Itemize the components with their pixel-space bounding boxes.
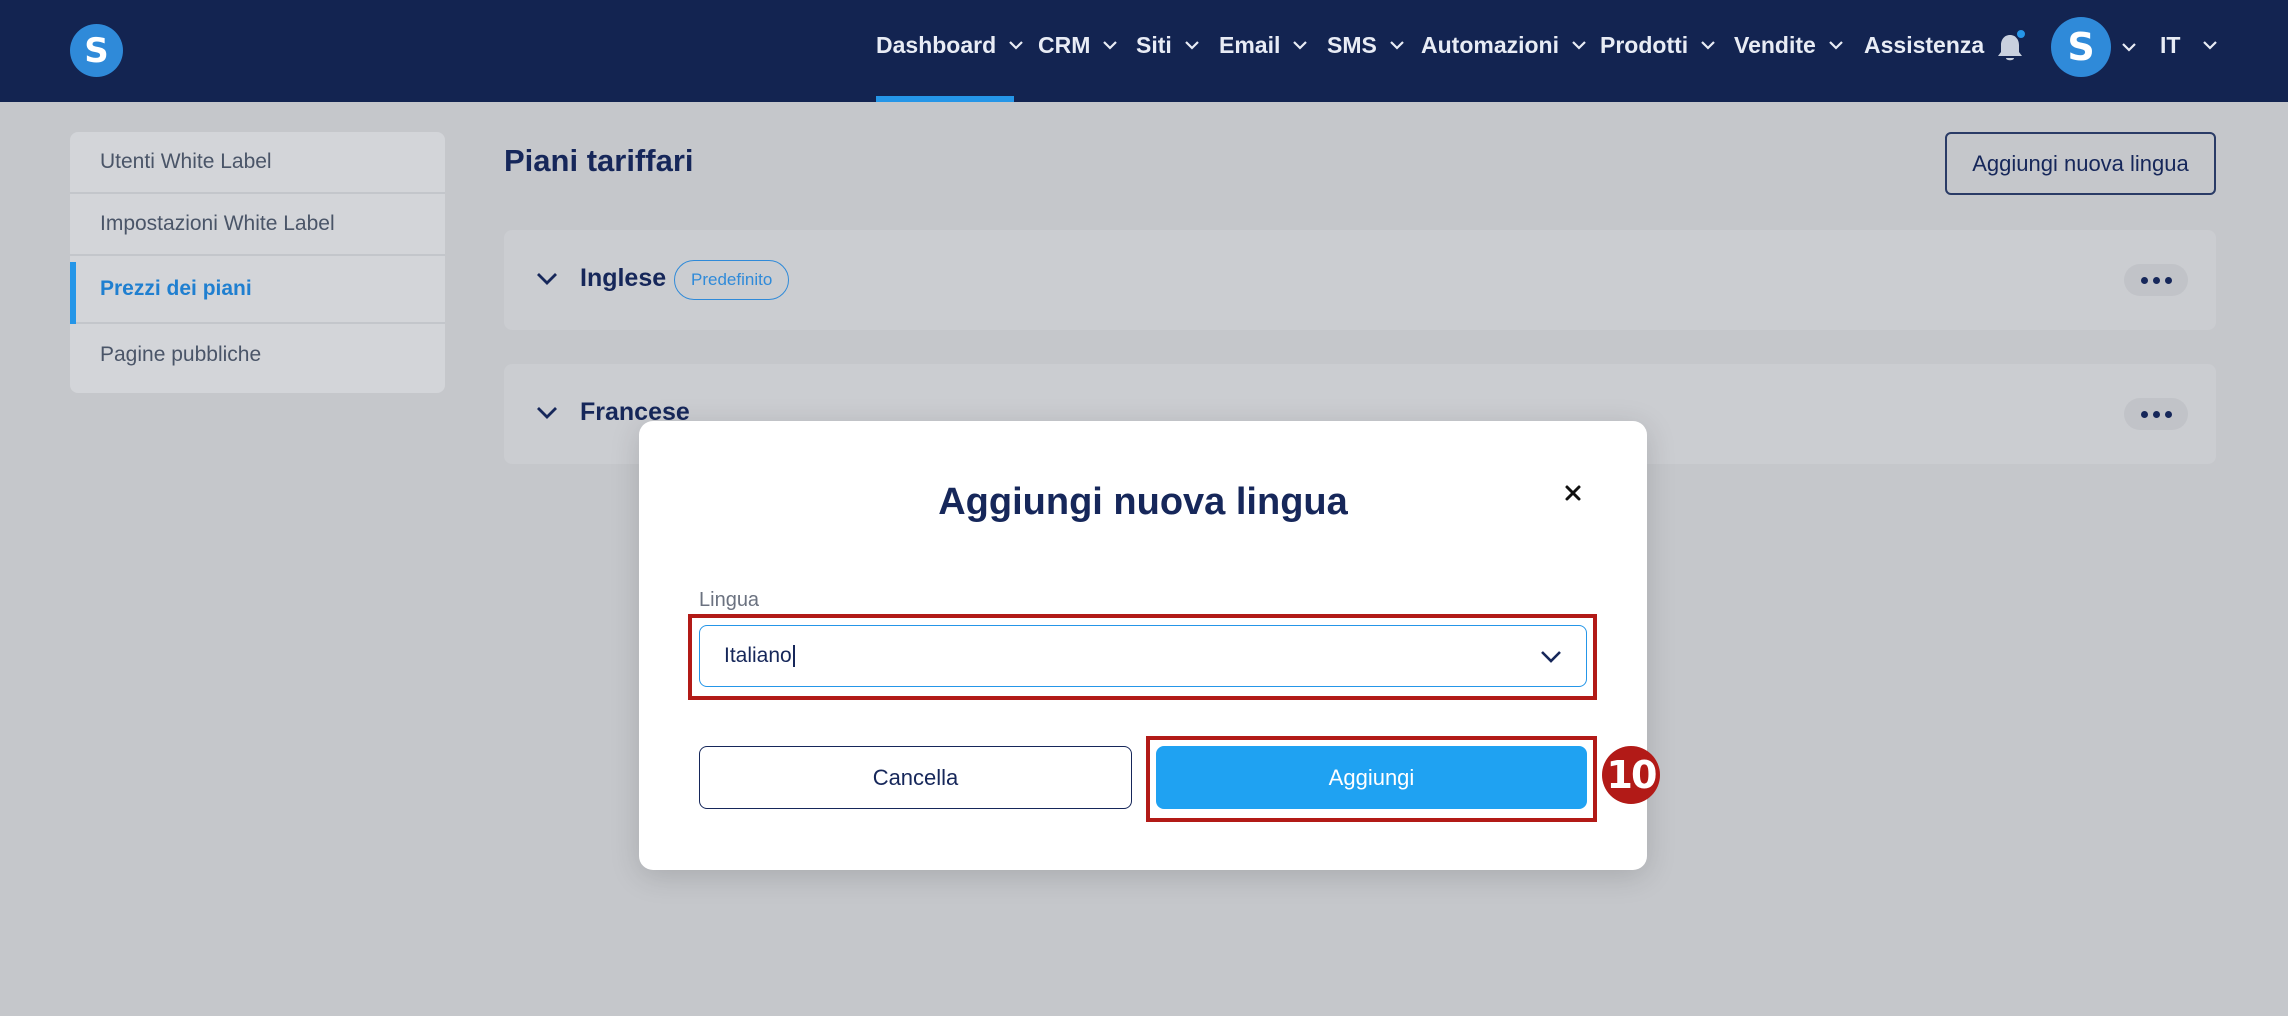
nav-label: Automazioni xyxy=(1421,31,1559,58)
sidebar-item-label: Prezzi dei piani xyxy=(100,277,252,300)
chevron-down-icon xyxy=(1701,41,1715,50)
nav-label: Siti xyxy=(1136,31,1172,58)
nav-label: Vendite xyxy=(1734,31,1816,58)
nav-item-crm[interactable]: CRM xyxy=(1038,30,1118,60)
nav-item-vendite[interactable]: Vendite xyxy=(1734,30,1844,60)
step-number-badge: 10 xyxy=(1602,746,1660,804)
chevron-down-icon[interactable] xyxy=(536,272,558,286)
page-title: Piani tariffari xyxy=(504,143,694,178)
sidebar-item-label: Utenti White Label xyxy=(100,150,272,173)
chevron-down-icon xyxy=(1829,41,1843,50)
top-navbar: S Dashboard CRM Siti Email SMS Automazio… xyxy=(0,0,2288,102)
chevron-down-icon[interactable] xyxy=(2121,42,2137,52)
nav-item-email[interactable]: Email xyxy=(1219,30,1308,60)
nav-label: Assistenza xyxy=(1864,31,1985,58)
dot-icon xyxy=(2152,276,2160,284)
default-badge: Predefinito xyxy=(674,260,790,300)
dot-icon xyxy=(2152,410,2160,418)
close-icon[interactable] xyxy=(1559,479,1587,507)
modal-title: Aggiungi nuova lingua xyxy=(938,481,1348,523)
chevron-down-icon xyxy=(1572,41,1586,50)
highlight-language-select xyxy=(688,614,1597,700)
nav-label: Dashboard xyxy=(876,31,997,58)
sidebar-item-label: Impostazioni White Label xyxy=(100,212,335,235)
chevron-down-icon xyxy=(1009,41,1023,50)
nav-label: CRM xyxy=(1038,31,1091,58)
avatar[interactable]: S xyxy=(2051,17,2111,77)
avatar-letter: S xyxy=(2067,25,2095,69)
dot-icon xyxy=(2164,410,2172,418)
nav-item-prodotti[interactable]: Prodotti xyxy=(1600,30,1716,60)
main-nav: Dashboard CRM Siti Email SMS Automazioni… xyxy=(0,0,2288,102)
dot-icon xyxy=(2164,276,2172,284)
chevron-down-icon xyxy=(1103,41,1118,50)
sidebar-item-utenti-white-label[interactable]: Utenti White Label xyxy=(70,132,445,194)
nav-label: SMS xyxy=(1327,31,1377,58)
highlight-add-button xyxy=(1146,736,1597,822)
chevron-down-icon xyxy=(1390,41,1404,50)
language-field-label: Lingua xyxy=(699,589,760,611)
language-name: Inglese xyxy=(580,264,667,292)
chevron-down-icon[interactable] xyxy=(536,406,558,420)
language-switcher[interactable]: IT xyxy=(2160,30,2218,60)
chevron-down-icon xyxy=(1293,41,1308,50)
sidebar-item-impostazioni-white-label[interactable]: Impostazioni White Label xyxy=(70,194,445,256)
sidebar-item-label: Pagine pubbliche xyxy=(100,343,262,366)
add-language-button[interactable]: Aggiungi nuova lingua xyxy=(1945,132,2216,195)
more-options-button[interactable] xyxy=(2124,398,2188,430)
nav-item-sms[interactable]: SMS xyxy=(1327,30,1405,60)
language-code: IT xyxy=(2160,31,2181,58)
settings-sidebar: Utenti White Label Impostazioni White La… xyxy=(70,132,445,393)
nav-item-dashboard[interactable]: Dashboard xyxy=(876,30,1024,60)
dot-icon xyxy=(2140,410,2148,418)
nav-active-indicator xyxy=(876,96,1014,102)
sidebar-item-prezzi-dei-piani[interactable]: Prezzi dei piani xyxy=(70,256,445,324)
nav-label: Email xyxy=(1219,31,1281,58)
nav-label: Prodotti xyxy=(1600,31,1689,58)
nav-item-assistenza[interactable]: Assistenza xyxy=(1864,30,1984,60)
chevron-down-icon xyxy=(2203,41,2218,50)
language-panel-inglese[interactable]: Inglese Predefinito xyxy=(504,230,2216,330)
more-options-button[interactable] xyxy=(2124,264,2188,296)
dot-icon xyxy=(2140,276,2148,284)
sidebar-active-indicator xyxy=(70,262,76,324)
cancel-button[interactable]: Cancella xyxy=(699,746,1132,809)
notification-dot xyxy=(2015,28,2027,40)
nav-item-automazioni[interactable]: Automazioni xyxy=(1421,30,1587,60)
nav-item-siti[interactable]: Siti xyxy=(1136,30,1200,60)
chevron-down-icon xyxy=(1185,41,1199,50)
sidebar-item-pagine-pubbliche[interactable]: Pagine pubbliche xyxy=(70,324,445,386)
